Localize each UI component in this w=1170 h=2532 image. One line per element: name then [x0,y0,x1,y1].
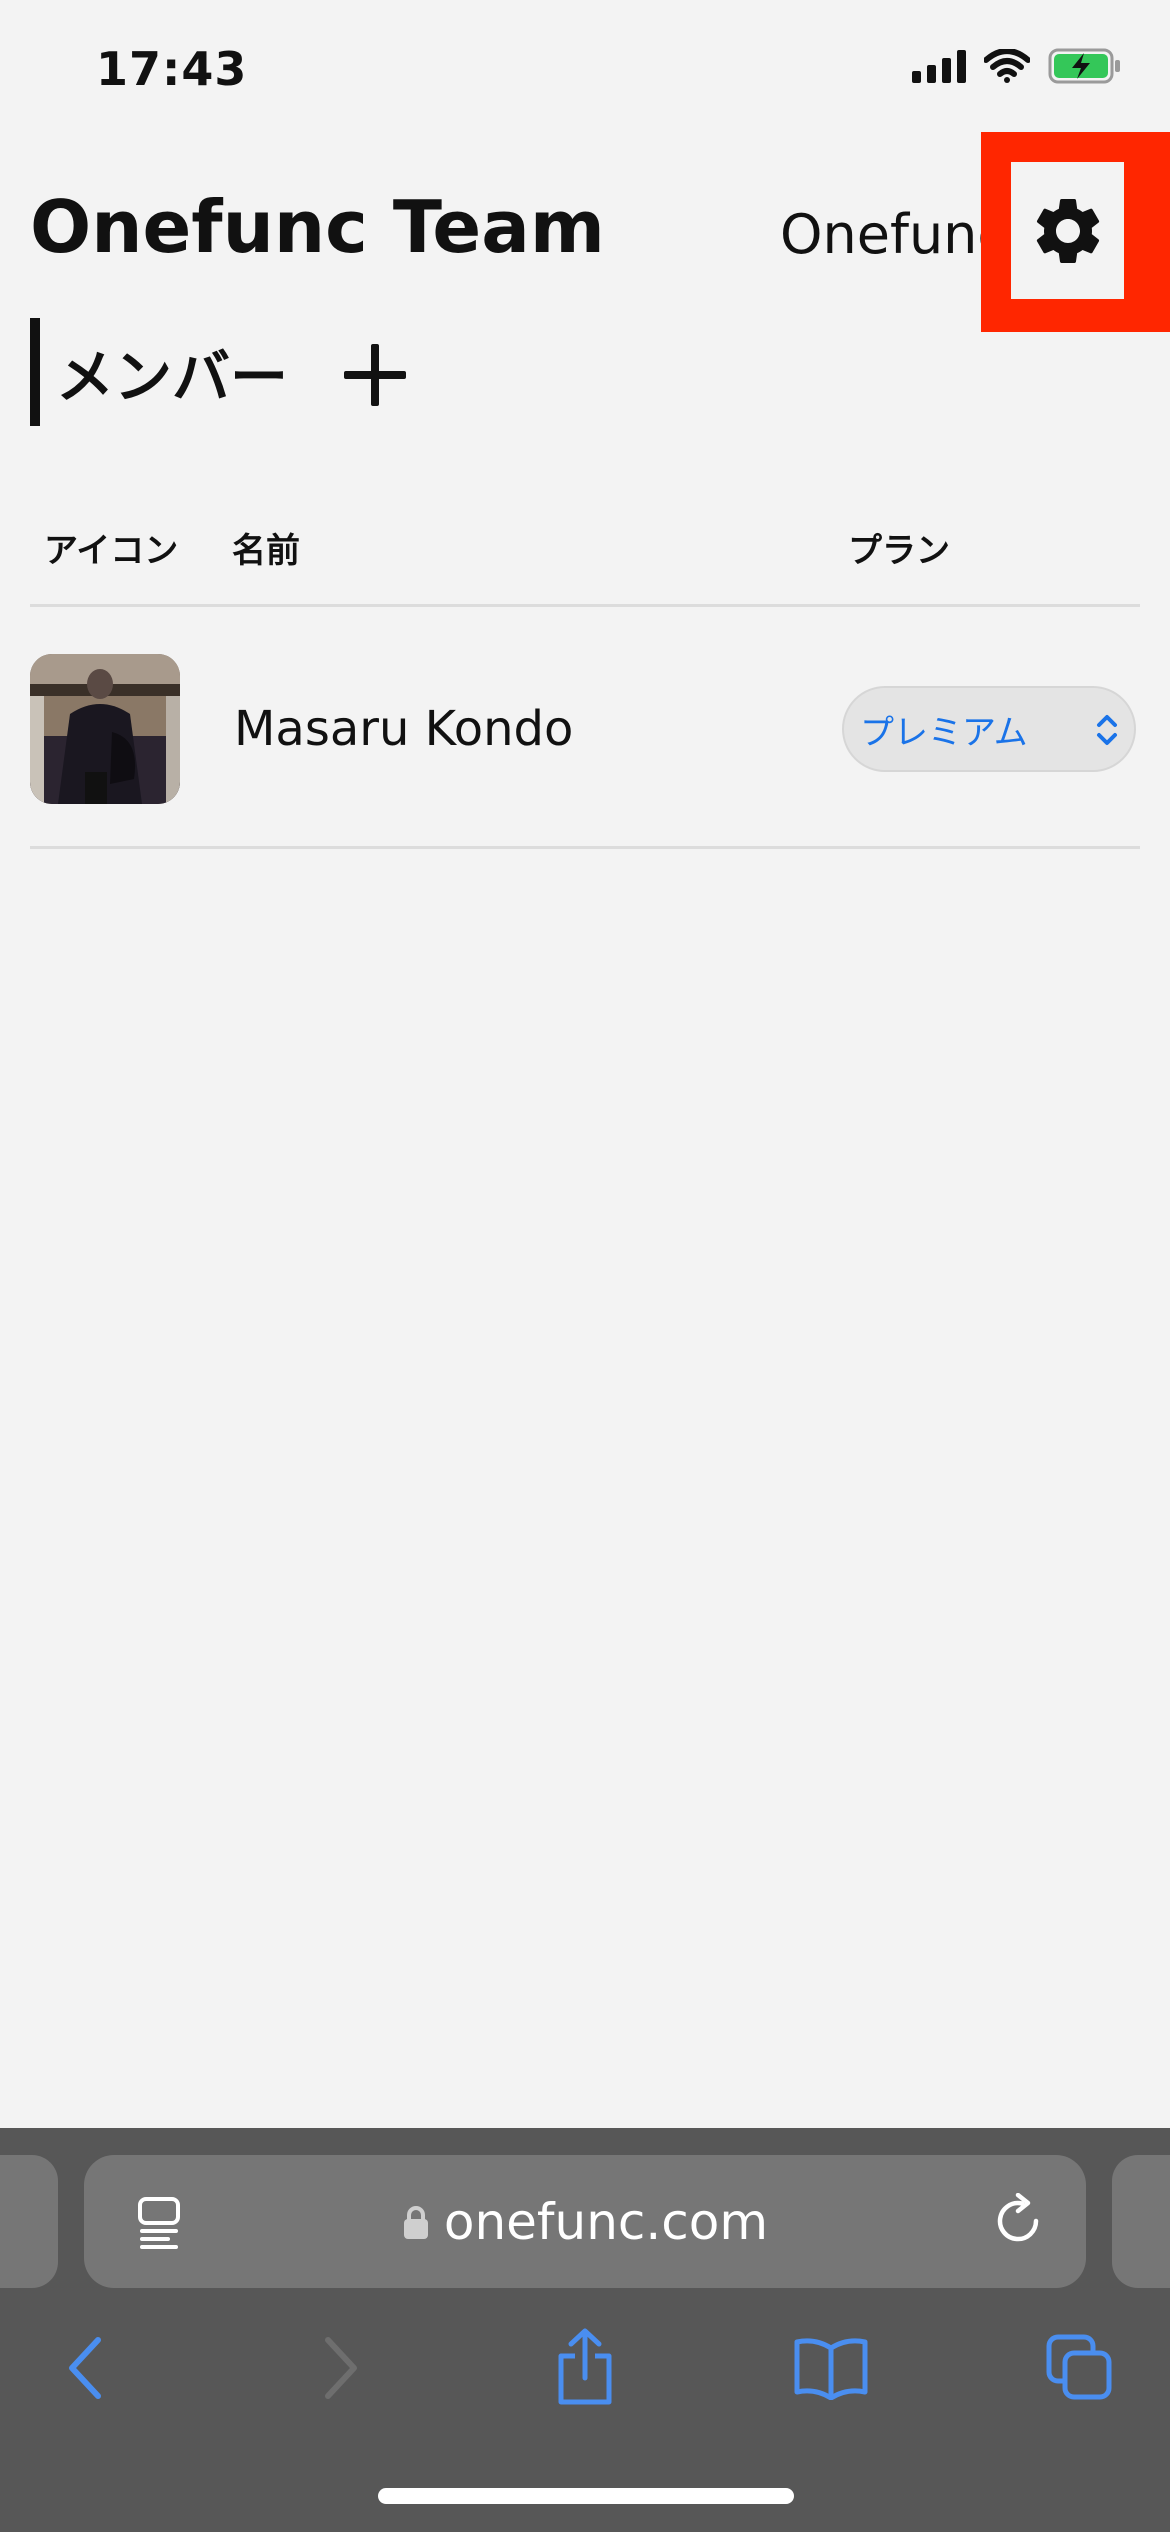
column-header-icon: アイコン [44,531,179,571]
members-title: メンバー [56,343,289,411]
url-display: onefunc.com [84,2155,1086,2288]
previous-tab-preview[interactable] [0,2155,58,2288]
reload-icon[interactable] [992,2193,1046,2249]
team-switcher-label: Onefunc [780,203,1000,266]
next-tab-preview[interactable] [1112,2155,1170,2288]
home-indicator[interactable] [378,2488,794,2504]
column-header-name: 名前 [232,531,300,571]
wifi-icon [984,49,1030,83]
status-bar: 17:43 [0,0,1170,150]
address-bar[interactable]: onefunc.com [84,2155,1086,2288]
members-section-header: メンバー [30,318,288,426]
cellular-signal-icon [912,49,966,83]
url-text: onefunc.com [443,2192,769,2251]
browser-bottom-nav [0,2310,1170,2420]
tabs-icon [1046,2334,1112,2400]
team-switcher-link[interactable]: Onefunc [780,195,1000,275]
plus-icon [344,344,406,406]
member-name: Masaru Kondo [234,701,574,757]
section-accent-bar [30,318,40,426]
bookmarks-icon [794,2338,868,2400]
settings-highlight [981,132,1170,332]
team-title: Onefunc Team [30,185,605,269]
lock-icon [403,2205,428,2239]
plan-select-value: プレミアム [860,712,1028,753]
status-icons [912,48,1122,84]
table-divider [30,846,1140,849]
bookmarks-button[interactable] [791,2328,871,2408]
table-row: Masaru Kondo プレミアム [30,606,1140,846]
share-button[interactable] [545,2328,625,2408]
avatar-photo [30,654,180,804]
forward-icon [325,2337,357,2399]
settings-button[interactable] [1011,162,1124,299]
avatar [30,654,180,804]
chevron-up-down-icon [1097,715,1117,745]
share-icon [558,2328,612,2405]
battery-charging-icon [1048,48,1120,84]
plan-select[interactable]: プレミアム [842,686,1136,772]
forward-button[interactable] [300,2328,380,2408]
status-time: 17:43 [96,42,248,96]
back-icon [69,2337,101,2399]
tabs-button[interactable] [1040,2328,1120,2408]
gear-icon [1036,198,1099,263]
members-table-header: アイコン 名前 プラン [30,515,1140,575]
add-member-button[interactable] [340,340,410,410]
back-button[interactable] [46,2328,126,2408]
column-header-plan: プラン [848,531,950,571]
